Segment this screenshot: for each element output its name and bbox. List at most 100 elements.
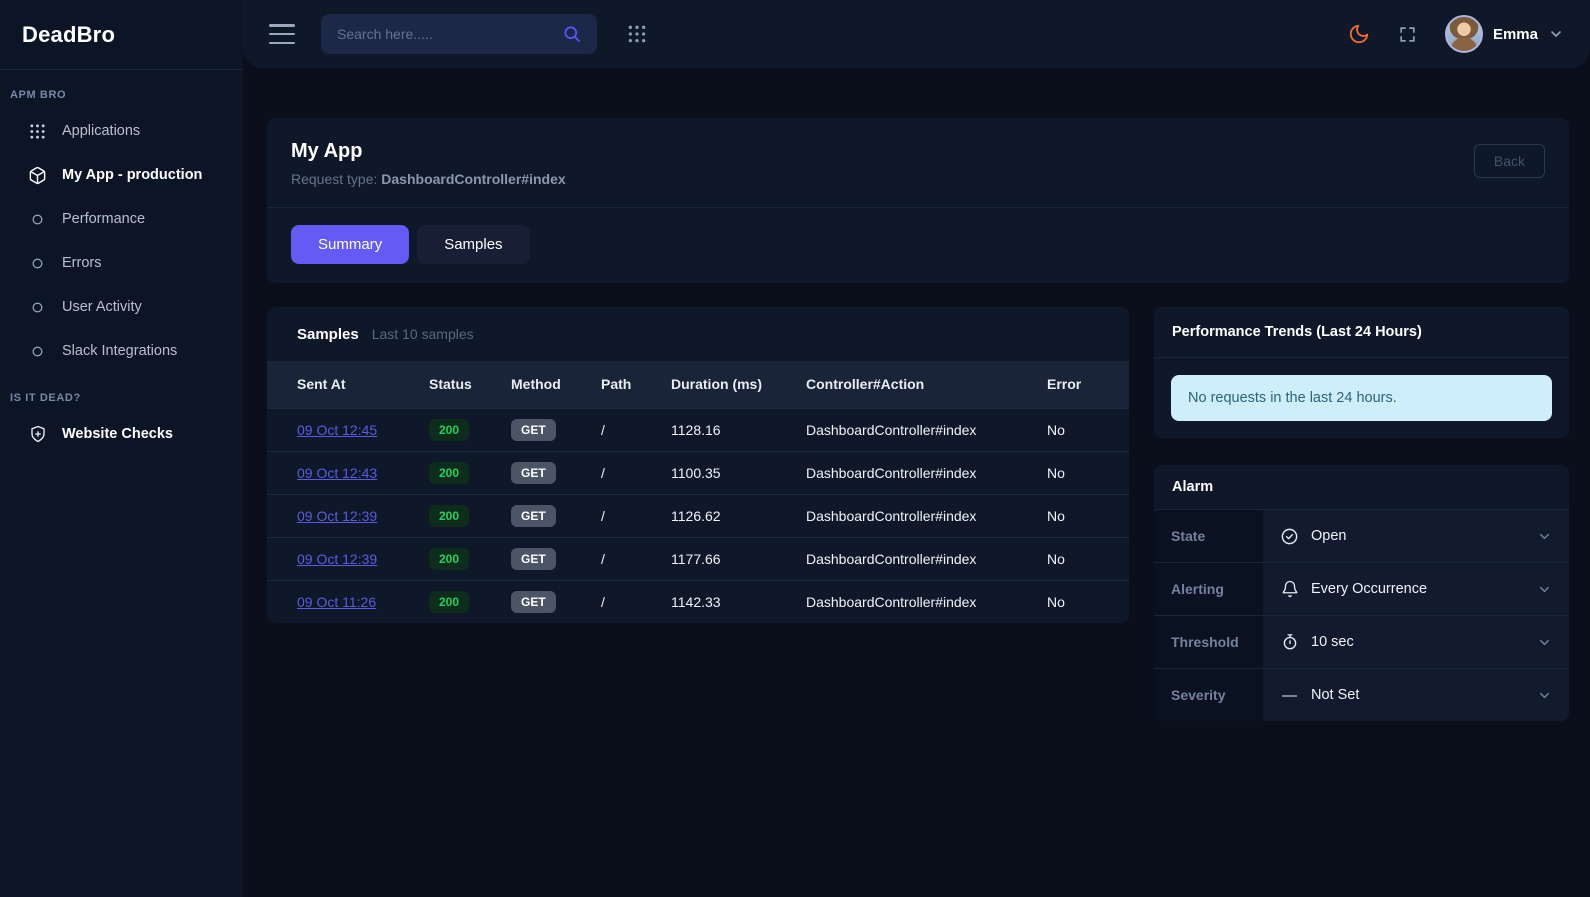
cube-icon	[28, 166, 47, 185]
search-icon[interactable]	[559, 21, 585, 47]
right-column: Performance Trends (Last 24 Hours) No re…	[1154, 307, 1569, 721]
samples-subtitle: Last 10 samples	[371, 326, 474, 342]
apps-launcher-icon[interactable]	[627, 24, 647, 44]
table-row: 09 Oct 11:26 200 GET / 1142.33 Dashboard…	[267, 580, 1129, 623]
chevron-down-icon	[1537, 529, 1552, 544]
path-cell: /	[601, 593, 605, 610]
request-type-subtitle: Request type: DashboardController#index	[291, 171, 566, 187]
col-error: Error	[1047, 376, 1082, 393]
method-badge: GET	[511, 418, 556, 441]
alarm-row-alerting[interactable]: Alerting Every Occurrence	[1154, 562, 1569, 615]
duration-cell: 1128.16	[671, 421, 721, 438]
col-method: Method	[511, 376, 561, 393]
chevron-down-icon	[1537, 688, 1552, 703]
error-cell: No	[1047, 550, 1065, 567]
sidebar-item-slack-integrations[interactable]: Slack Integrations	[0, 329, 243, 373]
table-row: 09 Oct 12:43 200 GET / 1100.35 Dashboard…	[267, 451, 1129, 494]
path-cell: /	[601, 421, 605, 438]
path-cell: /	[601, 464, 605, 481]
search-input[interactable]	[337, 26, 559, 42]
status-badge: 200	[429, 504, 470, 527]
alarm-card: Alarm State Open Alerting Every Occurren…	[1154, 465, 1569, 721]
tabs: Summary Samples	[267, 208, 1569, 283]
main-area: Emma My App Request type: DashboardContr…	[243, 0, 1590, 897]
error-cell: No	[1047, 464, 1065, 481]
sample-link[interactable]: 09 Oct 11:26	[297, 594, 376, 610]
path-cell: /	[601, 550, 605, 567]
status-badge: 200	[429, 461, 470, 484]
page-content: My App Request type: DashboardController…	[243, 68, 1590, 721]
alarm-alerting-label: Alerting	[1154, 563, 1263, 615]
table-row: 09 Oct 12:39 200 GET / 1177.66 Dashboard…	[267, 537, 1129, 580]
sample-link[interactable]: 09 Oct 12:39	[297, 508, 377, 524]
apps-grid-icon	[28, 122, 47, 141]
sidebar-item-label: My App - production	[62, 167, 203, 183]
controller-cell: DashboardController#index	[806, 593, 977, 610]
tab-summary[interactable]: Summary	[291, 225, 410, 264]
app-header-card: My App Request type: DashboardController…	[267, 118, 1569, 283]
topbar: Emma	[243, 0, 1590, 68]
alarm-row-threshold[interactable]: Threshold 10 sec	[1154, 615, 1569, 668]
sidebar-item-website-checks[interactable]: Website Checks	[0, 412, 243, 456]
duration-cell: 1177.66	[671, 550, 721, 567]
duration-cell: 1100.35	[671, 464, 721, 481]
controller-cell: DashboardController#index	[806, 507, 977, 524]
col-status: Status	[429, 376, 472, 393]
circle-icon	[28, 342, 47, 361]
request-type-label: Request type:	[291, 171, 378, 187]
bell-icon	[1280, 580, 1299, 599]
alarm-title: Alarm	[1172, 479, 1214, 495]
method-badge: GET	[511, 547, 556, 570]
method-badge: GET	[511, 590, 556, 613]
col-controller-action: Controller#Action	[806, 376, 925, 393]
samples-table: Sent At Status Method Path Duration (ms)…	[267, 361, 1129, 623]
sample-link[interactable]: 09 Oct 12:45	[297, 422, 377, 438]
page-title: My App	[291, 140, 363, 162]
sidebar-item-label: Slack Integrations	[62, 343, 178, 359]
sidebar-item-errors[interactable]: Errors	[0, 241, 243, 285]
status-badge: 200	[429, 590, 470, 613]
alarm-row-severity[interactable]: Severity — Not Set	[1154, 668, 1569, 721]
brand-logo: DeadBro	[22, 21, 116, 47]
sidebar-item-performance[interactable]: Performance	[0, 197, 243, 241]
dark-mode-moon-icon[interactable]	[1348, 23, 1370, 45]
error-cell: No	[1047, 593, 1065, 610]
table-row: 09 Oct 12:39 200 GET / 1126.62 Dashboard…	[267, 494, 1129, 537]
method-badge: GET	[511, 461, 556, 484]
chevron-down-icon	[1548, 26, 1564, 42]
avatar	[1444, 15, 1483, 53]
controller-cell: DashboardController#index	[806, 421, 977, 438]
sidebar-item-user-activity[interactable]: User Activity	[0, 285, 243, 329]
topbar-right: Emma	[1348, 15, 1564, 53]
dash-icon: —	[1282, 686, 1297, 704]
alarm-severity-label: Severity	[1154, 669, 1263, 721]
sample-link[interactable]: 09 Oct 12:43	[297, 465, 377, 481]
fullscreen-icon[interactable]	[1398, 25, 1417, 44]
back-button[interactable]: Back	[1473, 144, 1545, 178]
sample-link[interactable]: 09 Oct 12:39	[297, 551, 377, 567]
alarm-threshold-label: Threshold	[1154, 616, 1263, 668]
sidebar-item-my-app-production[interactable]: My App - production	[0, 153, 243, 197]
col-sent-at: Sent At	[297, 376, 346, 393]
check-circle-icon	[1280, 527, 1299, 546]
col-duration: Duration (ms)	[671, 376, 762, 393]
sidebar-item-applications[interactable]: Applications	[0, 109, 243, 153]
alarm-alerting-value: Every Occurrence	[1311, 581, 1428, 597]
no-requests-alert: No requests in the last 24 hours.	[1171, 375, 1552, 421]
user-menu[interactable]: Emma	[1444, 15, 1564, 53]
alarm-severity-value: Not Set	[1311, 687, 1360, 703]
shield-plus-icon	[28, 425, 47, 444]
sidebar-section-apm: APM BRO	[10, 89, 67, 101]
stopwatch-icon	[1280, 633, 1299, 652]
menu-toggle-icon[interactable]	[269, 24, 295, 44]
alarm-state-value: Open	[1311, 528, 1347, 544]
table-row: 09 Oct 12:45 200 GET / 1128.16 Dashboard…	[267, 408, 1129, 451]
circle-icon	[28, 298, 47, 317]
tab-samples[interactable]: Samples	[417, 225, 530, 264]
col-path: Path	[601, 376, 632, 393]
method-badge: GET	[511, 504, 556, 527]
alarm-row-state[interactable]: State Open	[1154, 509, 1569, 562]
status-badge: 200	[429, 418, 470, 441]
error-cell: No	[1047, 421, 1065, 438]
sidebar-item-label: Errors	[62, 255, 102, 271]
